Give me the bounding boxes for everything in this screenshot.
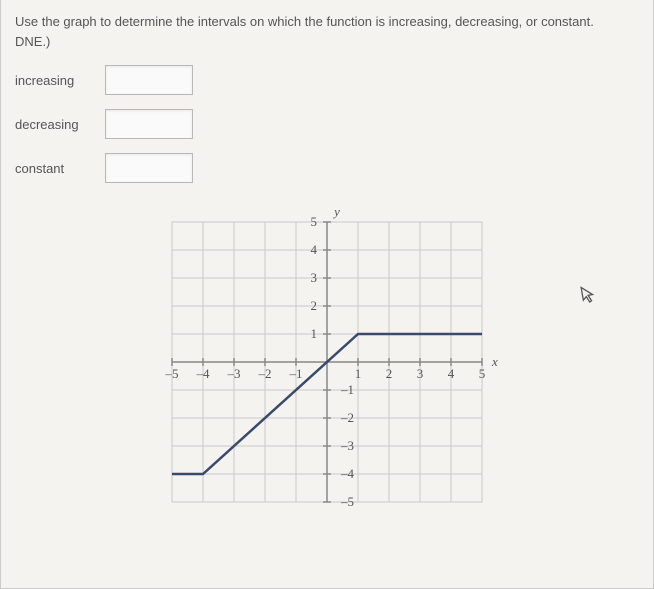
svg-text:–2: –2 xyxy=(340,410,354,425)
svg-text:y: y xyxy=(332,204,340,219)
svg-text:5: 5 xyxy=(479,366,486,381)
input-constant[interactable] xyxy=(105,153,193,183)
svg-text:1: 1 xyxy=(355,366,362,381)
row-decreasing: decreasing xyxy=(15,109,639,139)
svg-text:3: 3 xyxy=(417,366,424,381)
svg-text:–3: –3 xyxy=(340,438,354,453)
svg-text:x: x xyxy=(491,354,498,369)
function-graph: –5–4–3–2–112345–5–4–3–2–112345yx xyxy=(147,197,507,527)
svg-text:–1: –1 xyxy=(340,382,354,397)
svg-text:–2: –2 xyxy=(258,366,272,381)
svg-text:3: 3 xyxy=(311,270,318,285)
svg-text:–4: –4 xyxy=(340,466,355,481)
chart-container: –5–4–3–2–112345–5–4–3–2–112345yx xyxy=(15,197,639,527)
svg-text:4: 4 xyxy=(311,242,318,257)
label-constant: constant xyxy=(15,161,105,176)
svg-text:–5: –5 xyxy=(340,494,354,509)
svg-text:2: 2 xyxy=(386,366,393,381)
svg-text:5: 5 xyxy=(311,214,318,229)
label-increasing: increasing xyxy=(15,73,105,88)
row-constant: constant xyxy=(15,153,639,183)
row-increasing: increasing xyxy=(15,65,639,95)
svg-text:–1: –1 xyxy=(289,366,303,381)
svg-text:4: 4 xyxy=(448,366,455,381)
svg-text:–3: –3 xyxy=(227,366,241,381)
svg-text:–5: –5 xyxy=(165,366,179,381)
question-panel: Use the graph to determine the intervals… xyxy=(0,0,654,589)
input-increasing[interactable] xyxy=(105,65,193,95)
prompt-line: Use the graph to determine the intervals… xyxy=(15,14,594,29)
svg-text:2: 2 xyxy=(311,298,318,313)
svg-text:–4: –4 xyxy=(196,366,211,381)
input-decreasing[interactable] xyxy=(105,109,193,139)
svg-text:1: 1 xyxy=(311,326,318,341)
prompt-note: DNE.) xyxy=(15,34,50,49)
label-decreasing: decreasing xyxy=(15,117,105,132)
question-prompt: Use the graph to determine the intervals… xyxy=(15,12,639,51)
